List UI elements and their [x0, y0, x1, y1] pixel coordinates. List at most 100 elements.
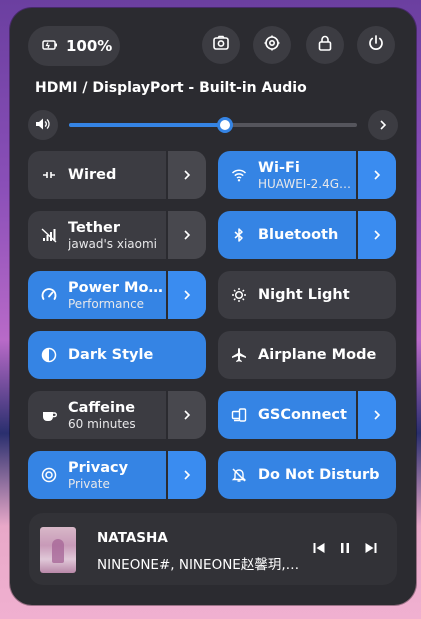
settings-button[interactable] [253, 26, 291, 64]
tile-bluetooth[interactable]: Bluetooth [218, 211, 396, 259]
skip-next-icon [364, 540, 378, 559]
tile-wifi[interactable]: Wi-Fi HUAWEI-2.4G… [218, 151, 396, 199]
tile-caffeine[interactable]: Caffeine 60 minutes [28, 391, 206, 439]
tile-menu-button-wifi[interactable] [356, 151, 396, 199]
gsconnect-icon [230, 406, 248, 424]
chevron-right-icon [371, 406, 383, 425]
tile-title: Dark Style [68, 347, 154, 363]
tile-menu-button-bluetooth[interactable] [356, 211, 396, 259]
do-not-disturb-icon [230, 466, 248, 484]
tile-night-light[interactable]: Night Light [218, 271, 396, 319]
tile-menu-button-tether[interactable] [166, 211, 206, 259]
chevron-right-icon [371, 166, 383, 185]
tile-toggle-wired[interactable]: Wired [28, 151, 166, 199]
chevron-right-icon [181, 406, 193, 425]
tile-toggle-privacy[interactable]: Privacy Private [28, 451, 166, 499]
tile-title: Bluetooth [258, 227, 339, 243]
tile-privacy[interactable]: Privacy Private [28, 451, 206, 499]
chevron-right-icon [371, 226, 383, 245]
speaker-mute-toggle[interactable] [28, 110, 58, 140]
bluetooth-icon [230, 226, 248, 244]
power-button[interactable] [357, 26, 395, 64]
tile-subtitle: 60 minutes [68, 416, 136, 431]
tile-menu-button-power-mode[interactable] [166, 271, 206, 319]
skip-previous-icon [312, 540, 326, 559]
quick-settings-topbar: 100% [28, 26, 398, 66]
battery-percent: 100% [66, 37, 113, 55]
wifi-icon [230, 166, 248, 184]
tether-icon [40, 226, 58, 244]
tile-title: Caffeine [68, 399, 136, 416]
tile-toggle-night-light[interactable]: Night Light [218, 271, 396, 319]
tile-subtitle: Performance [68, 296, 145, 311]
speaker-icon [35, 116, 51, 135]
volume-slider[interactable] [69, 117, 357, 133]
tile-toggle-tether[interactable]: Tether jawad's xiaomi [28, 211, 166, 259]
tile-title: Tether [68, 219, 121, 236]
tile-do-not-disturb[interactable]: Do Not Disturb [218, 451, 396, 499]
tile-toggle-caffeine[interactable]: Caffeine 60 minutes [28, 391, 166, 439]
battery-button[interactable]: 100% [28, 26, 120, 66]
tile-menu-button-wired[interactable] [166, 151, 206, 199]
tile-toggle-gsconnect[interactable]: GSConnect [218, 391, 356, 439]
tile-toggle-wifi[interactable]: Wi-Fi HUAWEI-2.4G… [218, 151, 356, 199]
tile-subtitle: HUAWEI-2.4G… [258, 176, 352, 191]
dark-style-icon [40, 346, 58, 364]
power-icon [367, 34, 385, 56]
tile-power-mode[interactable]: Power Mo… Performance [28, 271, 206, 319]
album-art [40, 527, 76, 573]
battery-icon [42, 37, 58, 55]
tile-title: Airplane Mode [258, 347, 377, 363]
wired-icon [40, 166, 58, 184]
lock-button[interactable] [306, 26, 344, 64]
tile-title: Power Mo… [68, 279, 163, 296]
tile-title: Night Light [258, 287, 350, 303]
chevron-right-icon [377, 116, 389, 135]
tile-tether[interactable]: Tether jawad's xiaomi [28, 211, 206, 259]
chevron-right-icon [181, 166, 193, 185]
tile-title: GSConnect [258, 407, 347, 423]
audio-device-label: HDMI / DisplayPort - Built-in Audio [35, 80, 307, 96]
tile-wired[interactable]: Wired [28, 151, 206, 199]
screenshot-icon [212, 34, 230, 56]
power-mode-icon [40, 286, 58, 304]
tile-toggle-do-not-disturb[interactable]: Do Not Disturb [218, 451, 396, 499]
media-song-title: NATASHA [97, 530, 168, 546]
pause-icon [338, 540, 352, 559]
chevron-right-icon [181, 466, 193, 485]
screenshot-button[interactable] [202, 26, 240, 64]
audio-output-menu-button[interactable] [368, 110, 398, 140]
volume-slider-fill [69, 123, 225, 127]
caffeine-icon [40, 406, 58, 424]
previous-track-button[interactable] [309, 539, 329, 559]
tile-gsconnect[interactable]: GSConnect [218, 391, 396, 439]
tile-toggle-bluetooth[interactable]: Bluetooth [218, 211, 356, 259]
tile-title: Wired [68, 167, 117, 183]
tile-menu-button-caffeine[interactable] [166, 391, 206, 439]
tile-toggle-dark-style[interactable]: Dark Style [28, 331, 206, 379]
media-artist: NINEONE#, NINEONE赵馨玥, … [97, 557, 301, 573]
volume-slider-knob[interactable] [216, 117, 233, 133]
settings-icon [263, 34, 281, 56]
tile-toggle-power-mode[interactable]: Power Mo… Performance [28, 271, 166, 319]
volume-row [28, 110, 398, 140]
lock-icon [316, 34, 334, 56]
tile-subtitle: Private [68, 476, 110, 491]
quick-settings-panel: 100% HDMI / DisplayPort - Built-in Audio [10, 8, 416, 605]
tile-menu-button-privacy[interactable] [166, 451, 206, 499]
tile-dark-style[interactable]: Dark Style [28, 331, 206, 379]
next-track-button[interactable] [361, 539, 381, 559]
tile-title: Privacy [68, 459, 129, 476]
tile-title: Do Not Disturb [258, 467, 380, 483]
play-pause-button[interactable] [335, 539, 355, 559]
tile-toggle-airplane[interactable]: Airplane Mode [218, 331, 396, 379]
media-player: NATASHA NINEONE#, NINEONE赵馨玥, … [29, 513, 397, 585]
tile-airplane[interactable]: Airplane Mode [218, 331, 396, 379]
tile-title: Wi-Fi [258, 159, 300, 176]
chevron-right-icon [181, 226, 193, 245]
night-light-icon [230, 286, 248, 304]
tile-subtitle: jawad's xiaomi [68, 236, 157, 251]
tile-menu-button-gsconnect[interactable] [356, 391, 396, 439]
airplane-icon [230, 346, 248, 364]
privacy-icon [40, 466, 58, 484]
